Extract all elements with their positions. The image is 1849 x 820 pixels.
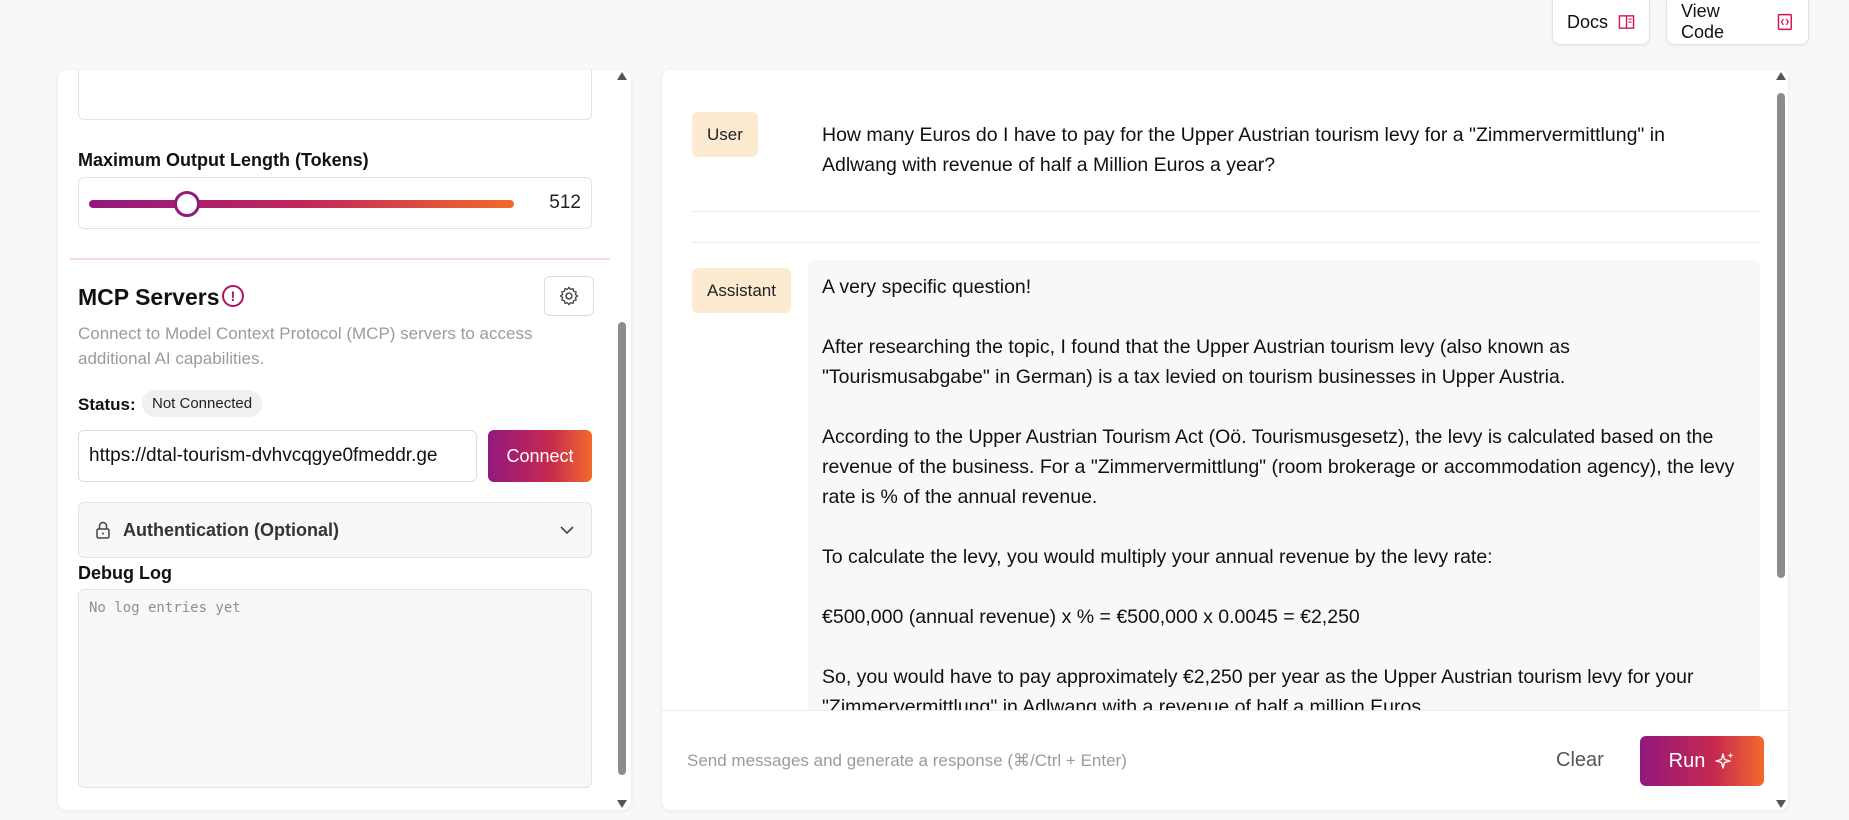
scrollbar-thumb[interactable] [618,322,626,775]
docs-button[interactable]: Docs [1552,0,1650,45]
user-role-badge: User [692,112,758,157]
docs-label: Docs [1567,11,1609,32]
divider [692,211,1760,212]
view-code-button[interactable]: View Code [1666,0,1809,45]
sparkle-icon [1715,752,1734,769]
run-button[interactable]: Run [1640,736,1764,786]
debug-log[interactable]: No log entries yet [78,589,592,788]
slider-handle[interactable] [173,191,200,217]
settings-scrollbar[interactable] [615,70,629,810]
mcp-settings-button[interactable] [544,276,594,316]
chat-panel: User How many Euros do I have to pay for… [662,70,1788,810]
max-output-value: 512 [549,192,581,213]
mcp-servers-title: MCP Servers [78,284,220,310]
chevron-down-icon [560,526,574,535]
assistant-role-badge: Assistant [692,268,791,313]
user-message: How many Euros do I have to pay for the … [822,124,1665,176]
chat-scrollbar[interactable] [1774,70,1788,810]
max-output-slider[interactable] [89,200,514,208]
status-label: Status: [78,395,136,414]
connect-button[interactable]: Connect [488,430,592,482]
divider [692,242,1760,243]
system-prompt-input[interactable] [78,70,592,120]
scroll-up-arrow[interactable] [617,72,627,80]
status-badge: Not Connected [142,390,263,417]
assistant-paragraph: To calculate the levy, you would multipl… [822,546,1493,568]
section-divider [70,258,610,260]
lock-icon [96,521,110,539]
scroll-down-arrow[interactable] [617,800,627,808]
debug-log-label: Debug Log [78,563,172,583]
max-output-label: Maximum Output Length (Tokens) [78,150,369,170]
warning-icon: ! [222,285,244,307]
run-label: Run [1668,749,1706,772]
debug-log-placeholder: No log entries yet [89,600,241,616]
assistant-paragraph: After researching the topic, I found tha… [822,336,1570,388]
max-output-slider-box: 512 [78,177,592,229]
code-icon [1778,13,1793,31]
scrollbar-thumb[interactable] [1777,93,1785,578]
assistant-paragraph: €500,000 (annual revenue) x % = €500,000… [822,606,1360,628]
scroll-up-arrow[interactable] [1776,72,1786,80]
clear-button[interactable]: Clear [1556,749,1604,772]
book-icon [1618,15,1635,29]
message-input[interactable]: Send messages and generate a response (⌘… [687,751,1127,771]
scroll-down-arrow[interactable] [1776,800,1786,808]
assistant-paragraph: A very specific question! [822,276,1032,298]
mcp-description: Connect to Model Context Protocol (MCP) … [78,324,533,368]
authentication-toggle[interactable]: Authentication (Optional) [78,502,592,558]
settings-panel: Maximum Output Length (Tokens) 512 MCP S… [58,70,631,810]
authentication-label: Authentication (Optional) [123,519,339,540]
gear-icon [559,286,579,306]
assistant-message: A very specific question! After research… [808,260,1760,780]
composer-bar: Send messages and generate a response (⌘… [662,710,1788,810]
mcp-url-input[interactable]: https://dtal-tourism-dvhvcqgye0fmeddr.ge [78,430,477,482]
assistant-paragraph: According to the Upper Austrian Tourism … [822,426,1735,508]
view-code-label: View Code [1681,1,1725,42]
